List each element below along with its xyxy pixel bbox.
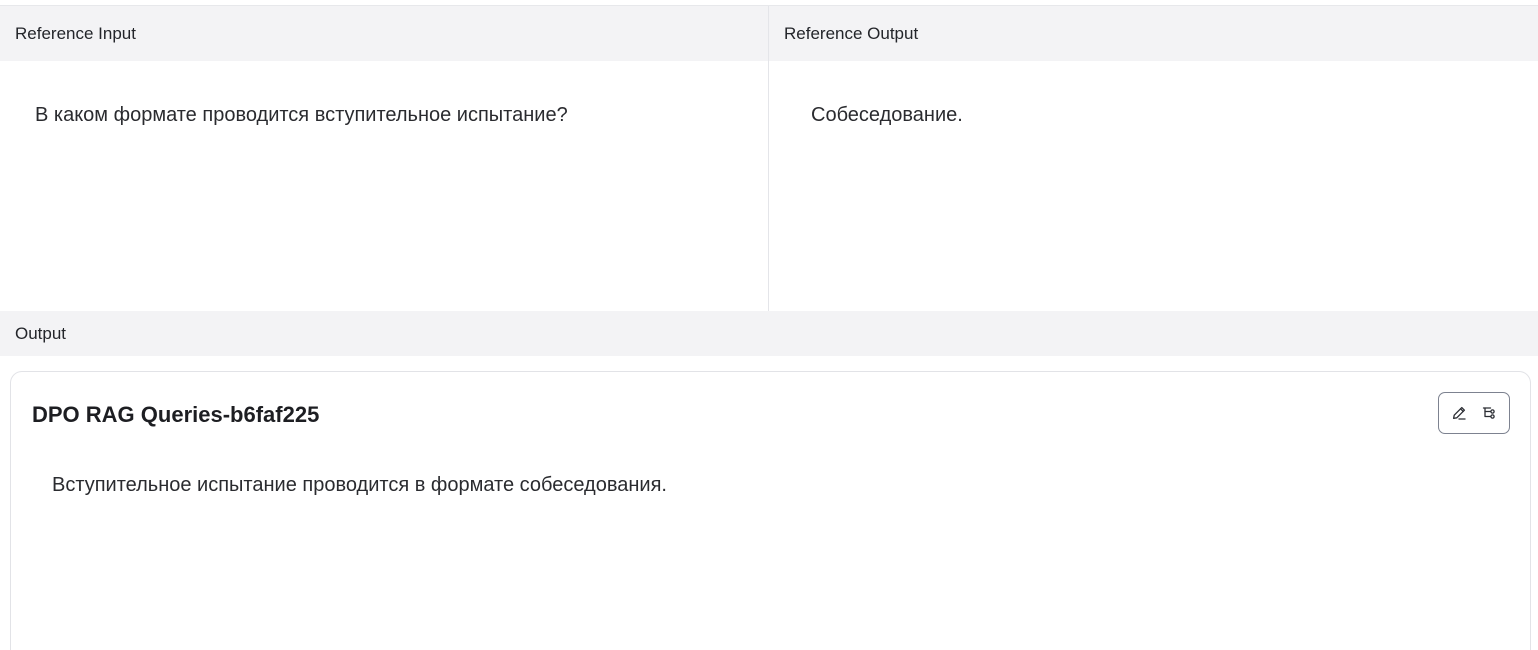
reference-input-text: В каком формате проводится вступительное…: [35, 104, 568, 126]
output-section-header: Output: [0, 311, 1538, 356]
output-card: DPO RAG Queries-b6faf225 Вступительное и…: [10, 371, 1531, 650]
reference-input-panel: Reference Input В каком формате проводит…: [0, 6, 769, 311]
reference-output-header: Reference Output: [769, 6, 1538, 61]
reference-output-panel: Reference Output Собеседование.: [769, 6, 1538, 311]
card-action-group: [1438, 392, 1510, 434]
reference-output-text: Собеседование.: [811, 104, 963, 126]
output-card-text: Вступительное испытание проводится в фор…: [52, 474, 667, 496]
branch-icon[interactable]: [1478, 402, 1500, 424]
output-card-title: DPO RAG Queries-b6faf225: [32, 402, 320, 427]
reference-input-header: Reference Input: [0, 6, 768, 61]
evaluation-page: Reference Input В каком формате проводит…: [0, 0, 1538, 650]
reference-row: Reference Input В каком формате проводит…: [0, 6, 1538, 311]
pencil-icon[interactable]: [1448, 402, 1470, 424]
